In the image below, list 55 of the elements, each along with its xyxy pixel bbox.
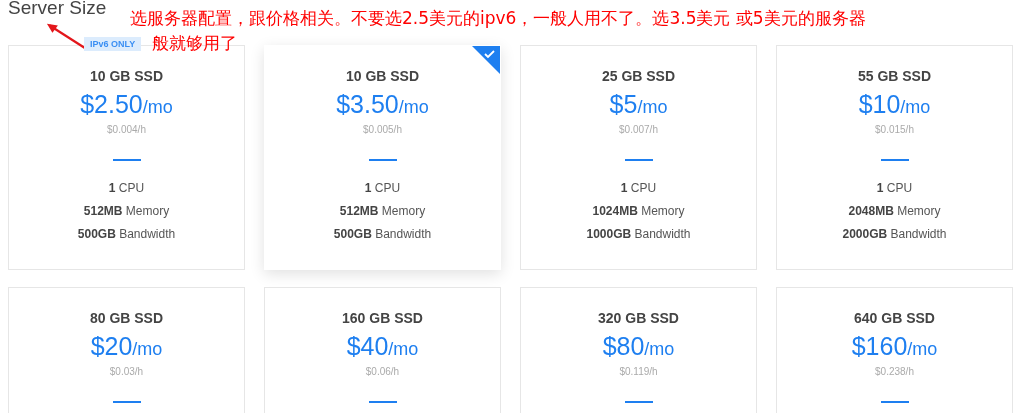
plan-card[interactable]: 10 GB SSD $3.50/mo $0.005/h 1 CPU 512MB Memory 500GB Bandwidth — [264, 45, 501, 270]
annotation-text: 选服务器配置，跟价格相关。不要选2.5美元的ipv6，一般人用不了。选3.5美元 或5美元的服务器 — [130, 7, 866, 30]
divider-dash — [624, 159, 653, 161]
divider-dash — [112, 159, 141, 161]
plan-spec: 512MB Memory — [83, 204, 170, 218]
section-title: Server Size — [8, 0, 107, 19]
plan-spec: 500GB Bandwidth — [77, 227, 176, 241]
plan-storage: 10 GB SSD — [89, 68, 164, 84]
divider-dash — [624, 401, 653, 403]
divider-dash — [368, 401, 397, 403]
plan-price: $2.50/mo — [80, 90, 173, 119]
plan-card[interactable]: 160 GB SSD $40/mo $0.06/h — [264, 287, 501, 413]
plan-storage: 320 GB SSD — [598, 310, 679, 326]
plan-hourly-price: $0.005/h — [363, 124, 402, 135]
plan-storage: 80 GB SSD — [89, 310, 164, 326]
plan-spec: 1 CPU — [364, 181, 401, 195]
plan-hourly-price: $0.119/h — [619, 366, 658, 377]
plan-price: $20/mo — [90, 332, 163, 361]
plan-card[interactable]: 640 GB SSD $160/mo $0.238/h — [776, 287, 1013, 413]
plan-card[interactable]: 55 GB SSD $10/mo $0.015/h 1 CPU 2048MB Memory 2000GB Bandwidth — [776, 45, 1013, 270]
plan-spec: 1 CPU — [108, 181, 145, 195]
divider-dash — [880, 401, 909, 403]
ipv6-badge: IPv6 ONLY — [84, 37, 142, 51]
selected-check-icon — [472, 46, 500, 74]
plan-hourly-price: $0.03/h — [109, 366, 144, 377]
plan-spec: 1024MB Memory — [592, 204, 685, 218]
divider-dash — [368, 159, 397, 161]
plan-spec: 1 CPU — [620, 181, 657, 195]
plan-storage: 55 GB SSD — [857, 68, 932, 84]
plan-storage: 160 GB SSD — [342, 310, 423, 326]
plan-hourly-price: $0.238/h — [875, 366, 914, 377]
plan-spec: 2048MB Memory — [848, 204, 941, 218]
plan-spec: 1000GB Bandwidth — [586, 227, 691, 241]
plan-spec: 512MB Memory — [339, 204, 426, 218]
plan-spec: 500GB Bandwidth — [333, 227, 432, 241]
plan-storage: 25 GB SSD — [601, 68, 676, 84]
plan-hourly-price: $0.007/h — [619, 124, 658, 135]
plan-price: $5/mo — [609, 90, 668, 119]
plan-hourly-price: $0.06/h — [365, 366, 400, 377]
divider-dash — [112, 401, 141, 403]
plan-price: $40/mo — [346, 332, 419, 361]
plan-price: $3.50/mo — [336, 90, 429, 119]
plan-hourly-price: $0.015/h — [875, 124, 914, 135]
divider-dash — [880, 159, 909, 161]
plan-price: $80/mo — [602, 332, 675, 361]
plan-price: $160/mo — [851, 332, 938, 361]
plan-storage: 640 GB SSD — [854, 310, 935, 326]
plan-price: $10/mo — [858, 90, 931, 119]
plan-hourly-price: $0.004/h — [107, 124, 146, 135]
plan-card[interactable]: 320 GB SSD $80/mo $0.119/h — [520, 287, 757, 413]
plan-spec: 1 CPU — [876, 181, 913, 195]
plan-spec: 2000GB Bandwidth — [842, 227, 947, 241]
plan-card[interactable]: 25 GB SSD $5/mo $0.007/h 1 CPU 1024MB Memory 1000GB Bandwidth — [520, 45, 757, 270]
plan-storage: 10 GB SSD — [345, 68, 420, 84]
plan-card[interactable]: 80 GB SSD $20/mo $0.03/h — [8, 287, 245, 413]
